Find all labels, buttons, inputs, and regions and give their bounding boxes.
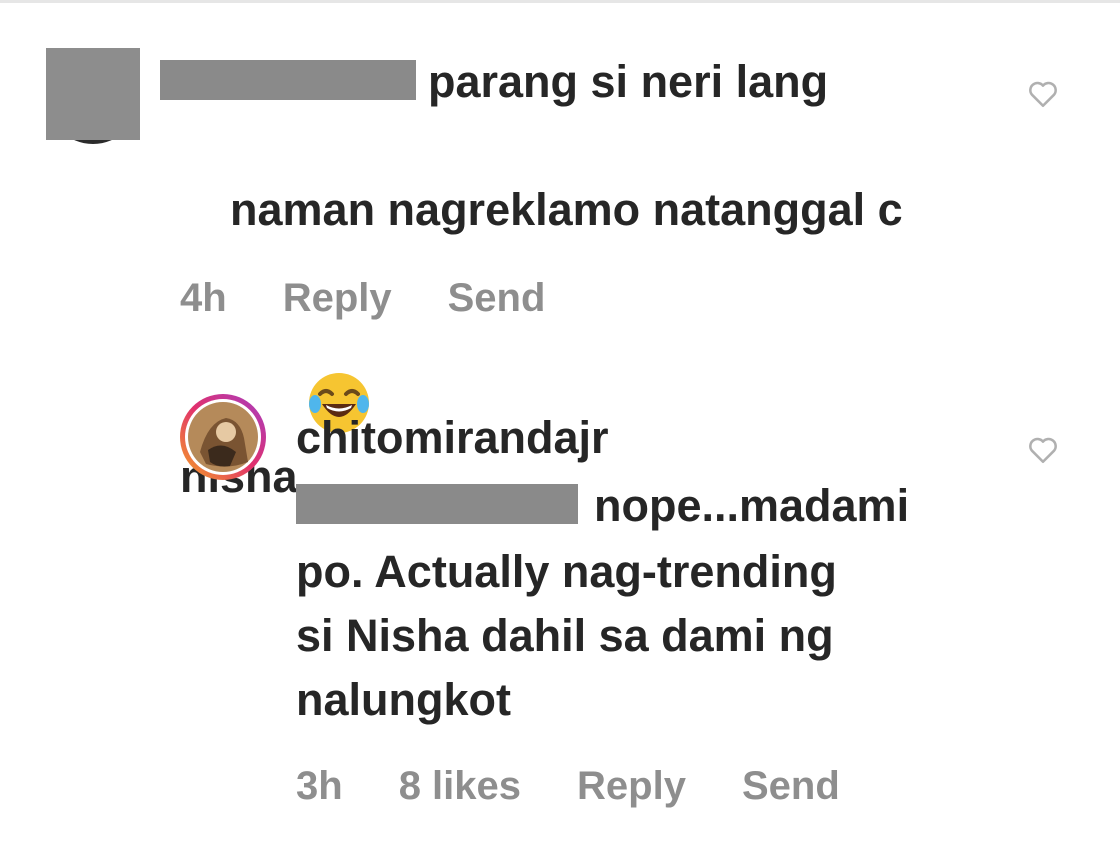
comment-2-text-rest: po. Actually nag-trending si Nisha dahil… — [296, 546, 837, 725]
comment-2-send-button[interactable]: Send — [742, 764, 840, 809]
comment-1-heart-outline-icon[interactable] — [1026, 76, 1060, 110]
top-divider — [0, 0, 1120, 3]
comment-2-username[interactable]: chitomirandajr — [296, 406, 609, 470]
comment-2-avatar[interactable] — [178, 392, 268, 482]
comment-1-text-line1: parang si neri lang — [428, 56, 829, 107]
comment-2-mention-redacted[interactable] — [296, 484, 578, 524]
comment-1-send-button[interactable]: Send — [448, 276, 546, 321]
comment-1-timestamp: 4h — [180, 276, 227, 320]
profile-photo-icon — [180, 394, 266, 480]
comment-2-likes-count[interactable]: 8 likes — [399, 764, 521, 809]
redacted-avatar-icon — [46, 48, 140, 144]
comment-2-heart-outline-icon[interactable] — [1026, 432, 1060, 466]
comment-2-actions: 3h 8 likes Reply Send — [296, 764, 896, 809]
comment-1-username-redacted[interactable] — [160, 60, 416, 100]
comment-1-actions: 4h Reply Send — [180, 276, 601, 321]
comment-1-avatar[interactable] — [44, 42, 142, 146]
comment-2-reply-button[interactable]: Reply — [577, 764, 686, 809]
comment-2-timestamp: 3h — [296, 764, 343, 808]
comment-1-reply-button[interactable]: Reply — [283, 276, 392, 321]
comment-2-text-line1: nope...madami — [594, 480, 910, 531]
